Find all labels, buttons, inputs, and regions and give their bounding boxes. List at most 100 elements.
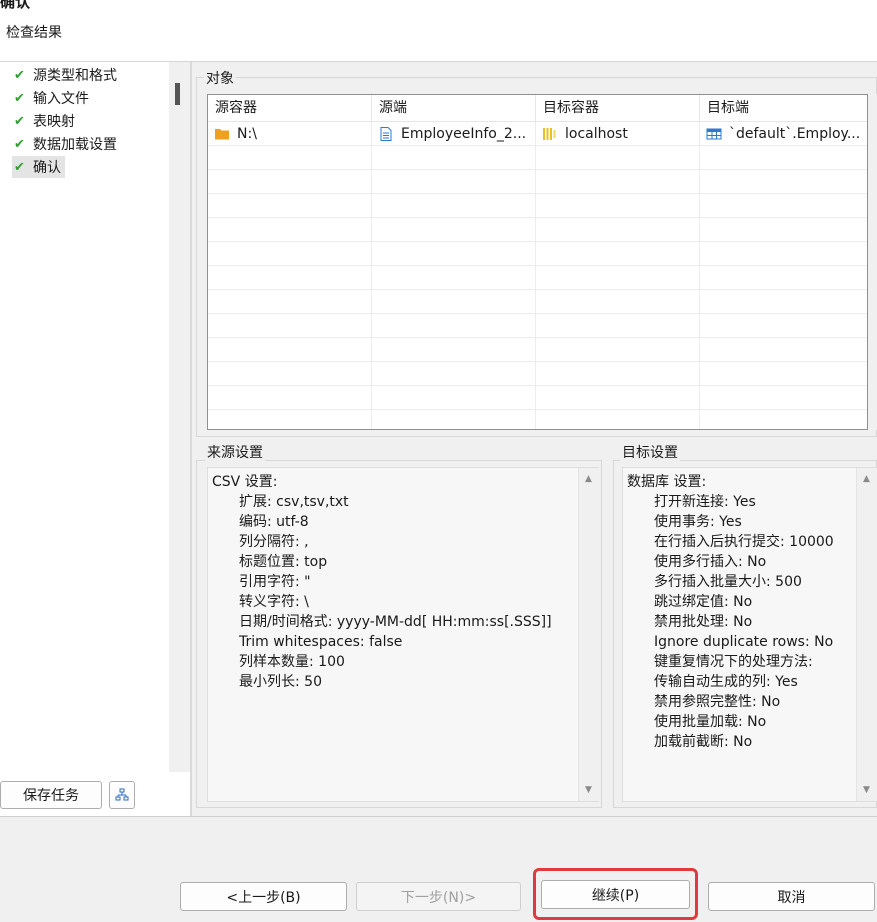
setting-line: 禁用批处理: No xyxy=(654,614,753,630)
step-source-type[interactable]: ✔ 源类型和格式 xyxy=(12,64,121,86)
table-row xyxy=(208,266,867,290)
setting-line: 跳过绑定值: No xyxy=(654,594,753,610)
scroll-up-arrow-icon[interactable]: ▲ xyxy=(863,474,870,484)
source-settings-label: 来源设置 xyxy=(205,442,265,462)
objects-table[interactable]: 源容器 源端 目标容器 目标端 N:\ EmployeeInfo_2... lo… xyxy=(207,94,868,430)
cell-text: localhost xyxy=(565,125,628,142)
scroll-down-arrow-icon[interactable]: ▼ xyxy=(863,785,870,795)
table-row xyxy=(208,410,867,429)
table-row xyxy=(208,290,867,314)
page-title: 确认 xyxy=(0,0,31,11)
setting-line: 列分隔符: , xyxy=(239,534,309,550)
dialog-header: 确认 检查结果 xyxy=(0,0,877,62)
setting-line: 加载前截断: No xyxy=(654,734,753,750)
cell-source-container[interactable]: N:\ xyxy=(208,122,372,145)
setting-line: 使用多行插入: No xyxy=(654,554,767,570)
file-icon xyxy=(380,126,392,141)
setting-line: 使用批量加载: No xyxy=(654,714,767,730)
scroll-down-arrow-icon[interactable]: ▼ xyxy=(585,785,592,795)
cell-target-container[interactable]: localhost xyxy=(536,122,700,145)
cell-text: N:\ xyxy=(237,125,257,142)
setting-line: 日期/时间格式: yyyy-MM-dd[ HH:mm:ss[.SSS]] xyxy=(239,614,552,630)
step-confirm[interactable]: ✔ 确认 xyxy=(12,156,65,178)
target-settings-label: 目标设置 xyxy=(620,442,680,462)
step-label: 数据加载设置 xyxy=(33,137,117,153)
database-icon xyxy=(543,127,556,140)
setting-line: 键重复情况下的处理方法: xyxy=(654,654,813,670)
table-row xyxy=(208,314,867,338)
sidebar-scrollbar[interactable] xyxy=(169,62,190,772)
target-settings-panel[interactable]: 数据库 设置: 打开新连接: Yes 使用事务: Yes 在行插入后执行提交: … xyxy=(622,467,877,802)
dialog-footer: <上一步(B) 下一步(N)> 继续(P) 取消 xyxy=(0,816,877,922)
step-label: 确认 xyxy=(33,160,61,176)
objects-group-label: 对象 xyxy=(204,68,236,88)
cancel-button[interactable]: 取消 xyxy=(708,882,875,911)
hierarchy-icon xyxy=(115,788,129,801)
table-row xyxy=(208,194,867,218)
setting-line: 列样本数量: 100 xyxy=(239,654,345,670)
target-settings-heading: 数据库 设置: xyxy=(627,474,707,490)
column-header-source[interactable]: 源端 xyxy=(372,95,536,121)
setting-line: 转义字符: \ xyxy=(239,594,309,610)
setting-line: 在行插入后执行提交: 10000 xyxy=(654,534,834,550)
table-row xyxy=(208,386,867,410)
setting-line: Ignore duplicate rows: No xyxy=(654,634,834,650)
main-content: 对象 源容器 源端 目标容器 目标端 N:\ EmployeeInfo_2... xyxy=(192,62,877,816)
folder-icon xyxy=(215,128,229,139)
table-row xyxy=(208,362,867,386)
step-label: 表映射 xyxy=(33,114,75,130)
setting-line: 扩展: csv,tsv,txt xyxy=(239,494,349,510)
cell-target[interactable]: `default`.Employ... xyxy=(700,122,865,145)
setting-line: 打开新连接: Yes xyxy=(654,494,756,510)
scrollbar-thumb[interactable] xyxy=(175,83,180,105)
checkmark-icon: ✔ xyxy=(14,90,25,106)
setting-line: Trim whitespaces: false xyxy=(239,634,403,650)
setting-line: 编码: utf-8 xyxy=(239,514,309,530)
step-load-settings[interactable]: ✔ 数据加载设置 xyxy=(12,133,121,155)
setting-line: 使用事务: Yes xyxy=(654,514,742,530)
setting-line: 传输自动生成的列: Yes xyxy=(654,674,798,690)
scroll-up-arrow-icon[interactable]: ▲ xyxy=(585,474,592,484)
cell-text: `default`.Employ... xyxy=(729,125,861,142)
setting-line: 标题位置: top xyxy=(239,554,328,570)
page-subtitle: 检查结果 xyxy=(6,25,62,41)
step-input-files[interactable]: ✔ 输入文件 xyxy=(12,87,93,109)
column-header-target-container[interactable]: 目标容器 xyxy=(536,95,700,121)
table-row xyxy=(208,242,867,266)
save-task-button[interactable]: 保存任务 xyxy=(0,781,102,809)
target-settings-scrollbar[interactable]: ▲ ▼ xyxy=(856,468,877,801)
step-label: 源类型和格式 xyxy=(33,68,117,84)
setting-line: 禁用参照完整性: No xyxy=(654,694,781,710)
source-settings-scrollbar[interactable]: ▲ ▼ xyxy=(578,468,599,801)
cell-text: EmployeeInfo_2... xyxy=(401,125,527,142)
table-row xyxy=(208,146,867,170)
table-icon xyxy=(706,128,722,139)
source-settings-content: CSV 设置: 扩展: csv,tsv,txt 编码: utf-8 列分隔符: … xyxy=(212,472,552,692)
step-label: 输入文件 xyxy=(33,91,89,107)
table-header: 源容器 源端 目标容器 目标端 xyxy=(208,95,867,122)
checkmark-icon: ✔ xyxy=(14,159,25,175)
cell-source[interactable]: EmployeeInfo_2... xyxy=(372,122,536,145)
source-settings-panel[interactable]: CSV 设置: 扩展: csv,tsv,txt 编码: utf-8 列分隔符: … xyxy=(207,467,599,802)
source-settings-heading: CSV 设置: xyxy=(212,474,278,490)
checkmark-icon: ✔ xyxy=(14,113,25,129)
setting-line: 引用字符: " xyxy=(239,574,311,590)
table-row xyxy=(208,218,867,242)
checkmark-icon: ✔ xyxy=(14,136,25,152)
wizard-steps-sidebar: ✔ 源类型和格式 ✔ 输入文件 ✔ 表映射 ✔ 数据加载设置 ✔ 确认 xyxy=(0,62,169,772)
setting-line: 多行插入批量大小: 500 xyxy=(654,574,802,590)
column-header-target[interactable]: 目标端 xyxy=(700,95,865,121)
sidebar-actions: 保存任务 xyxy=(0,772,190,816)
target-settings-content: 数据库 设置: 打开新连接: Yes 使用事务: Yes 在行插入后执行提交: … xyxy=(627,472,834,752)
table-row[interactable]: N:\ EmployeeInfo_2... localhost `default… xyxy=(208,122,867,146)
previous-button[interactable]: <上一步(B) xyxy=(180,882,347,911)
next-button[interactable]: 下一步(N)> xyxy=(356,882,521,911)
table-scrollbar[interactable] xyxy=(868,94,877,430)
step-table-mapping[interactable]: ✔ 表映射 xyxy=(12,110,79,132)
hierarchy-button[interactable] xyxy=(109,781,135,809)
highlight-box xyxy=(533,868,698,920)
table-row xyxy=(208,170,867,194)
checkmark-icon: ✔ xyxy=(14,67,25,83)
column-header-source-container[interactable]: 源容器 xyxy=(208,95,372,121)
setting-line: 最小列长: 50 xyxy=(239,674,322,690)
